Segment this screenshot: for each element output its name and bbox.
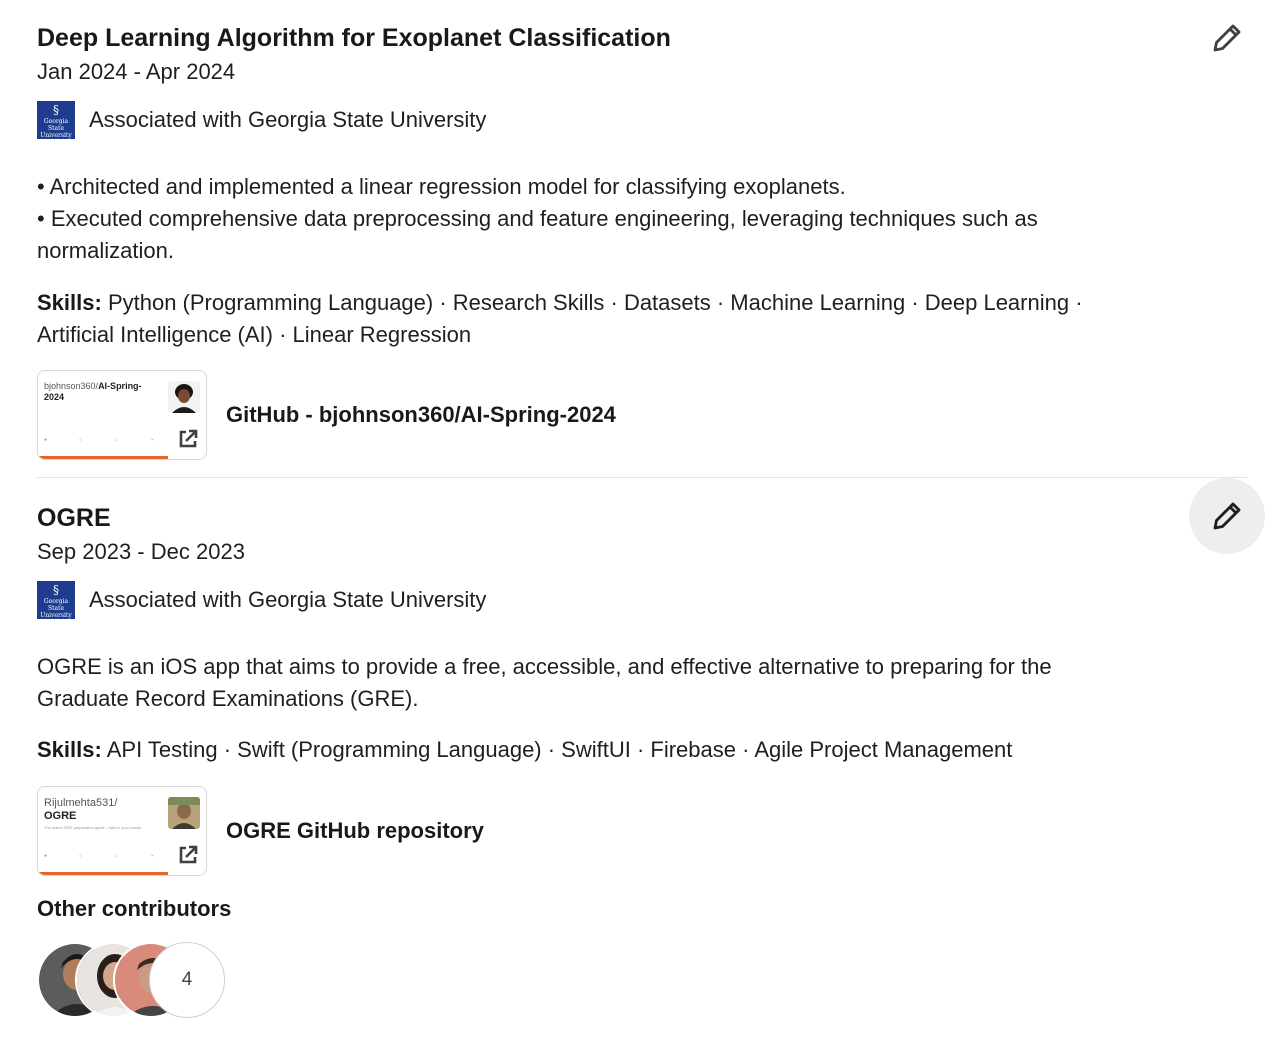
thumbnail-stats: ● ○ ☆ ⑂ (44, 437, 154, 443)
thumbnail-accent-bar (38, 456, 168, 459)
pencil-icon (1213, 502, 1241, 530)
external-link-icon (179, 429, 198, 448)
thumbnail-accent-bar (38, 872, 168, 875)
external-link-icon (179, 845, 198, 864)
thumbnail-stats: ● ○ ☆ ⑂ (44, 853, 154, 859)
media-attachment[interactable]: Rijulmehta531/OGRE The online GRE prepar… (37, 786, 484, 876)
skills-label: Skills: (37, 737, 102, 762)
project-card-ogre: OGRE Sep 2023 - Dec 2023 § Georgia State… (0, 478, 1282, 1054)
association-row[interactable]: § Georgia State University Associated wi… (37, 581, 486, 619)
media-attachment[interactable]: bjohnson360/AI-Spring-2024 ● ○ ☆ ⑂ GitHub -… (37, 370, 616, 460)
association-text: Associated with Georgia State University (89, 107, 487, 132)
georgia-state-university-logo: § Georgia State University (37, 581, 75, 619)
owner-avatar (168, 381, 200, 413)
skills-label: Skills: (37, 290, 102, 315)
thumbnail-repo-name: Rijulmehta531/OGRE The online GRE prepar… (44, 797, 142, 830)
description-text: OGRE is an iOS app that aims to provide … (37, 654, 1058, 711)
owner-avatar (168, 797, 200, 829)
project-dates: Sep 2023 - Dec 2023 (37, 539, 245, 564)
georgia-state-university-logo: § Georgia State University (37, 101, 75, 139)
other-contributors-label: Other contributors (37, 896, 232, 921)
project-dates: Jan 2024 - Apr 2024 (37, 59, 236, 84)
media-thumbnail[interactable]: Rijulmehta531/OGRE The online GRE prepar… (37, 786, 207, 876)
media-title[interactable]: OGRE GitHub repository (226, 818, 484, 844)
project-card-exoplanet: Deep Learning Algorithm for Exoplanet Cl… (0, 0, 1282, 478)
project-skills: Skills: Python (Programming Language) · … (37, 287, 1137, 351)
project-description: • Architected and implemented a linear r… (37, 171, 1137, 267)
description-bullet: • Architected and implemented a linear r… (37, 174, 846, 199)
description-bullet: • Executed comprehensive data preprocess… (37, 206, 1044, 263)
media-thumbnail[interactable]: bjohnson360/AI-Spring-2024 ● ○ ☆ ⑂ (37, 370, 207, 460)
association-text: Associated with Georgia State University (89, 587, 487, 612)
project-title: Deep Learning Algorithm for Exoplanet Cl… (37, 24, 671, 52)
edit-project-button[interactable] (1189, 478, 1265, 554)
pencil-icon (1213, 24, 1241, 52)
thumbnail-repo-name: bjohnson360/AI-Spring-2024 (44, 381, 142, 402)
more-contributors-count[interactable]: 4 (149, 942, 225, 1018)
project-description: OGRE is an iOS app that aims to provide … (37, 651, 1137, 715)
project-title: OGRE (37, 504, 111, 532)
edit-project-button[interactable] (1189, 0, 1265, 76)
skills-list: Python (Programming Language) · Research… (37, 290, 1083, 347)
media-title[interactable]: GitHub - bjohnson360/AI-Spring-2024 (226, 402, 616, 428)
skills-list: API Testing · Swift (Programming Languag… (106, 737, 1013, 762)
contributors-avatars[interactable]: 4 (37, 942, 237, 1018)
association-row[interactable]: § Georgia State University Associated wi… (37, 101, 486, 139)
project-skills: Skills: API Testing · Swift (Programming… (37, 734, 1137, 766)
